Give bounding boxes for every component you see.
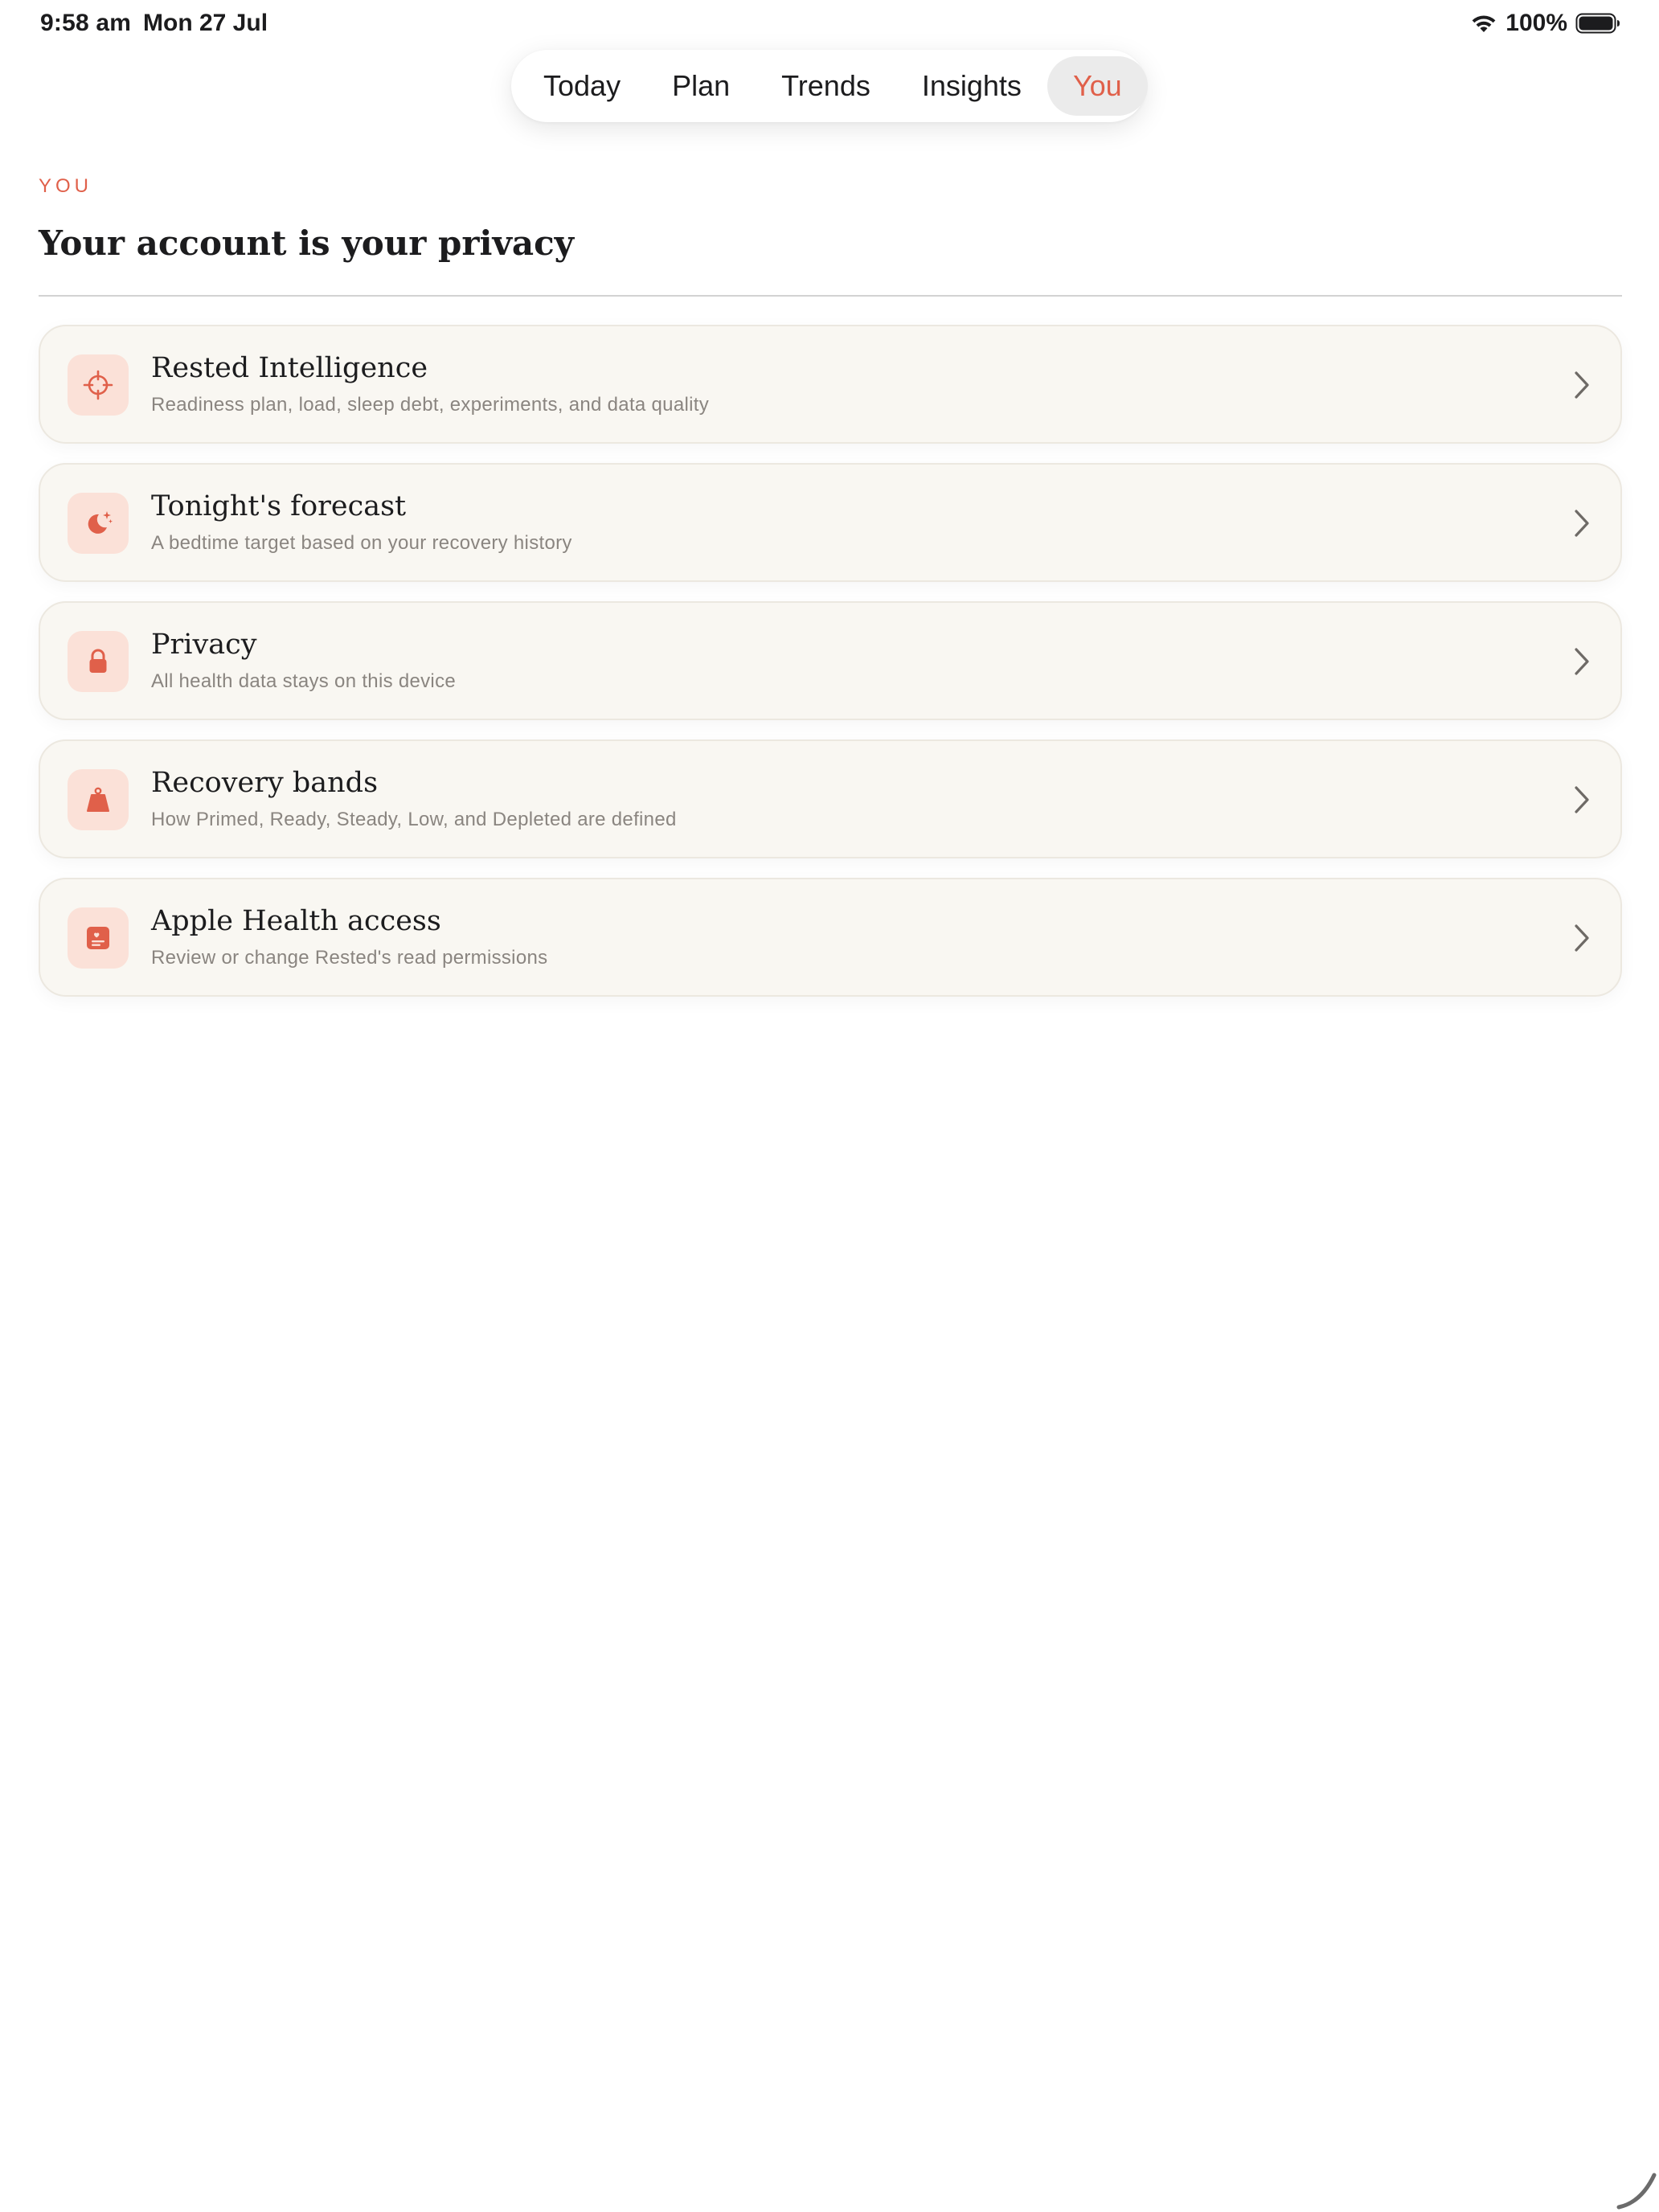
lock-icon — [68, 631, 129, 692]
moon-stars-icon — [68, 493, 129, 554]
row-subtitle: Review or change Rested's read permissio… — [151, 947, 548, 969]
row-subtitle: All health data stays on this device — [151, 670, 457, 692]
settings-list: Rested Intelligence Readiness plan, load… — [39, 325, 1622, 1016]
you-screen: 9:58 am Mon 27 Jul 100% Today Plan Trend… — [0, 0, 1659, 2212]
health-record-icon — [68, 907, 129, 969]
chevron-right-icon — [1572, 923, 1591, 953]
page-title: Your account is your privacy — [39, 223, 575, 263]
row-title: Rested Intelligence — [151, 352, 428, 384]
battery-percentage: 100% — [1505, 10, 1567, 36]
header-divider — [39, 295, 1622, 297]
row-subtitle: How Primed, Ready, Steady, Low, and Depl… — [151, 809, 677, 830]
screen-corner-indicator — [1614, 2167, 1659, 2212]
status-indicators: 100% — [1470, 10, 1620, 37]
tab-today[interactable]: Today — [518, 56, 646, 116]
row-title: Recovery bands — [151, 767, 379, 799]
row-title: Tonight's forecast — [151, 490, 407, 522]
chevron-right-icon — [1572, 370, 1591, 400]
privacy-row[interactable]: Privacy All health data stays on this de… — [39, 601, 1622, 720]
tab-insights[interactable]: Insights — [896, 56, 1047, 116]
top-tab-bar: Today Plan Trends Insights You — [511, 50, 1148, 122]
wifi-icon — [1470, 13, 1497, 34]
row-title: Apple Health access — [151, 905, 441, 937]
recovery-bands-row[interactable]: Recovery bands How Primed, Ready, Steady… — [39, 739, 1622, 858]
rested-intelligence-row[interactable]: Rested Intelligence Readiness plan, load… — [39, 325, 1622, 444]
crosshair-icon — [68, 354, 129, 416]
chevron-right-icon — [1572, 508, 1591, 539]
tab-trends[interactable]: Trends — [756, 56, 896, 116]
status-bar: 9:58 am Mon 27 Jul 100% — [0, 0, 1659, 51]
tab-you[interactable]: You — [1047, 56, 1148, 116]
section-eyebrow: YOU — [39, 175, 93, 197]
status-time: 9:58 am — [40, 10, 132, 36]
chevron-right-icon — [1572, 784, 1591, 815]
chevron-right-icon — [1572, 646, 1591, 677]
row-subtitle: Readiness plan, load, sleep debt, experi… — [151, 394, 710, 416]
tab-plan[interactable]: Plan — [646, 56, 756, 116]
tonights-forecast-row[interactable]: Tonight's forecast A bedtime target base… — [39, 463, 1622, 582]
apple-health-access-row[interactable]: Apple Health access Review or change Res… — [39, 878, 1622, 997]
row-title: Privacy — [151, 629, 257, 661]
weight-icon — [68, 769, 129, 830]
battery-icon — [1575, 12, 1620, 35]
row-subtitle: A bedtime target based on your recovery … — [151, 532, 572, 554]
status-date: Mon 27 Jul — [143, 10, 268, 36]
